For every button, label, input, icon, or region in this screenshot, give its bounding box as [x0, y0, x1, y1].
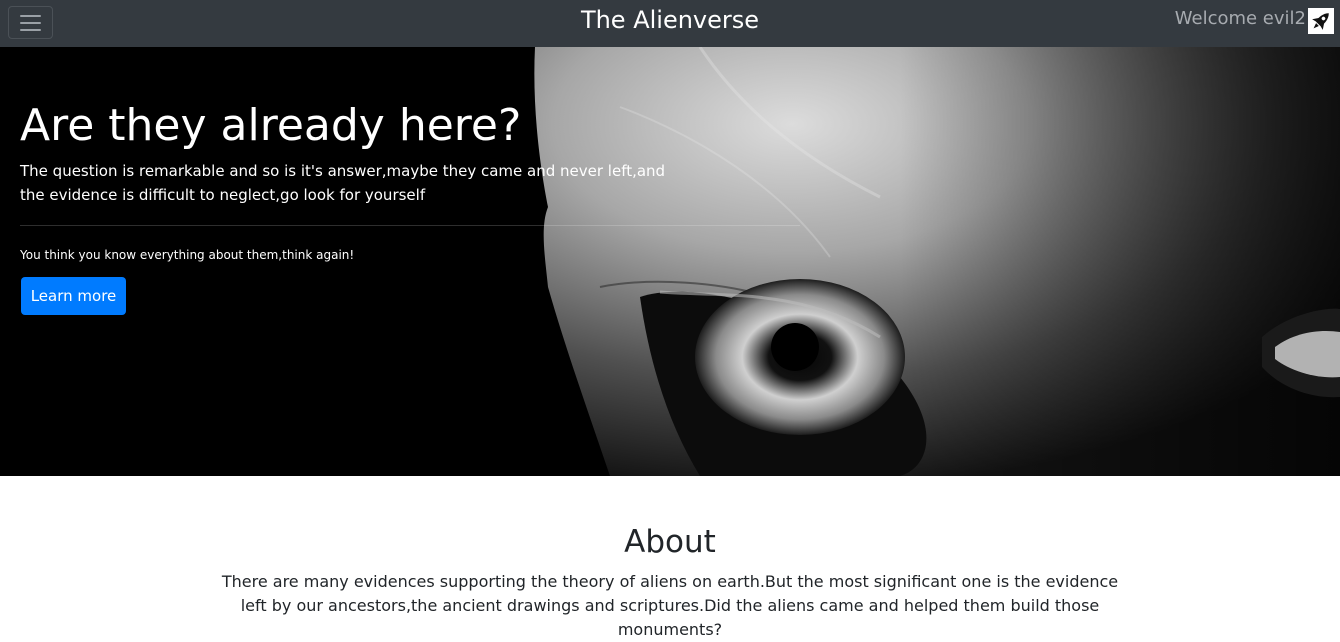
hero-tagline: You think you know everything about them… [20, 248, 355, 262]
welcome-text: Welcome evil2 [1174, 8, 1306, 29]
learn-more-button[interactable]: Learn more [21, 277, 126, 315]
rocket-icon[interactable] [1308, 8, 1334, 34]
hero-jumbotron: Are they already here? The question is r… [0, 47, 1340, 476]
about-heading: About [624, 524, 716, 560]
rocket-icon-svg [1312, 13, 1329, 30]
hero-lead-text: The question is remarkable and so is it'… [20, 162, 666, 204]
brand-title[interactable]: The Alienverse [581, 6, 759, 34]
top-navbar: The Alienverse Welcome evil2 [0, 0, 1340, 47]
about-paragraph: There are many evidences supporting the … [221, 572, 1119, 639]
brand-container: The Alienverse [0, 4, 1340, 36]
hero-title: Are they already here? [20, 100, 522, 151]
hero-divider [20, 225, 800, 226]
